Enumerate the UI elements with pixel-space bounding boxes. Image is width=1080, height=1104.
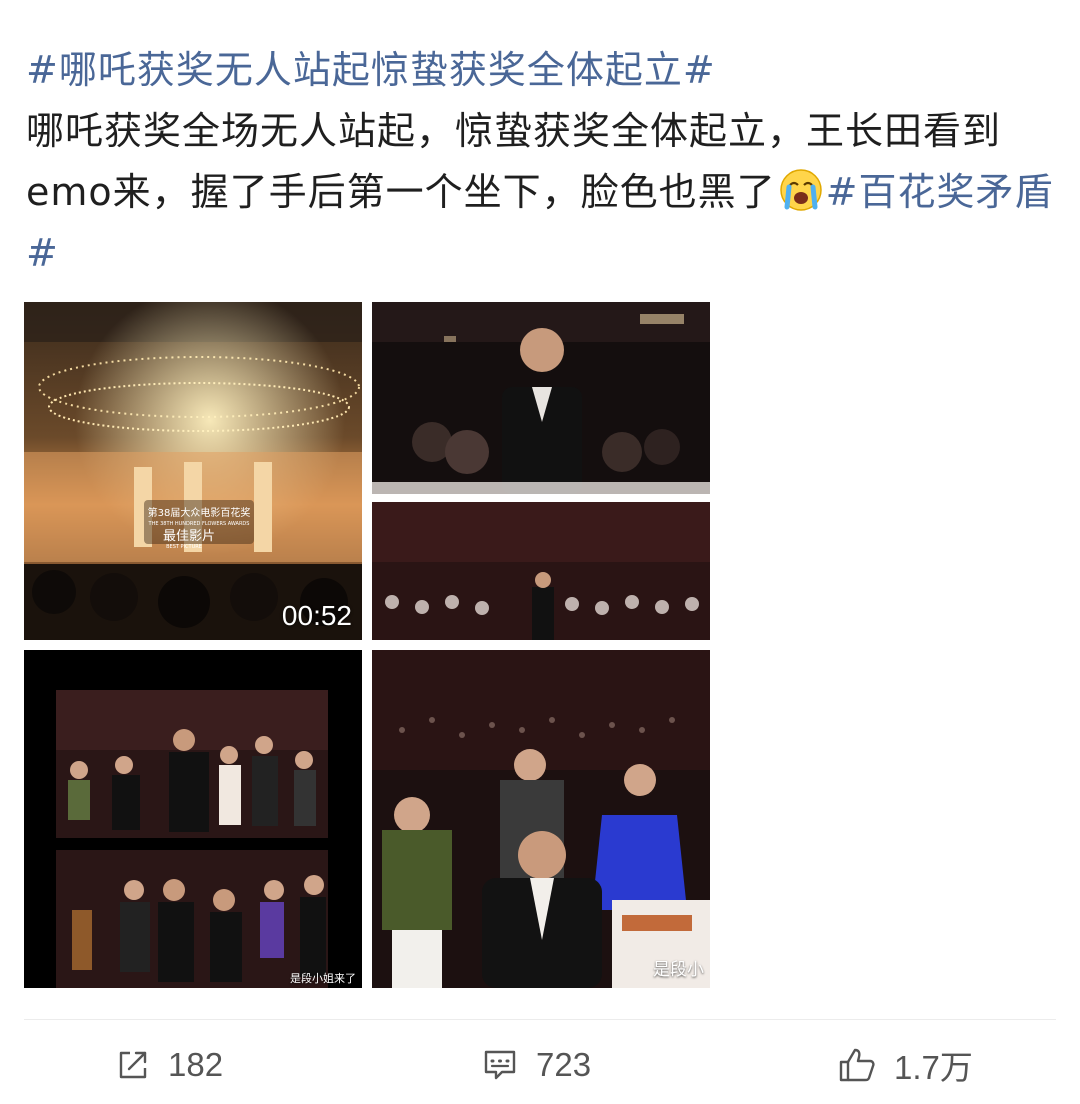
post-text: #哪吒获奖无人站起惊蛰获奖全体起立# 哪吒获奖全场无人站起，惊蛰获奖全体起立，王…	[26, 40, 1056, 284]
comment-count: 723	[536, 1046, 592, 1083]
stage-image: 第38届大众电影百花奖 THE 38TH HUNDRED FLOWERS AWA…	[24, 302, 362, 640]
video-duration: 00:52	[281, 600, 352, 631]
photo-thumbnail-handshake[interactable]: 是段小姐来了	[24, 650, 362, 988]
comment-button[interactable]: 723	[482, 1030, 591, 1100]
watermark-large: 是段小	[653, 960, 704, 980]
photo-thumbnail-seated[interactable]: 是段小	[372, 650, 710, 988]
seated-image	[372, 650, 710, 988]
repost-count: 182	[168, 1046, 224, 1083]
video-thumbnail[interactable]: 第38届大众电影百花奖 THE 38TH HUNDRED FLOWERS AWA…	[24, 302, 362, 640]
like-button[interactable]: 1.7万	[838, 1030, 973, 1100]
handshake-image	[24, 650, 362, 988]
image-grid: 第38届大众电影百花奖 THE 38TH HUNDRED FLOWERS AWA…	[24, 302, 710, 988]
comment-icon	[484, 1050, 516, 1080]
like-count: 1.7万	[894, 1049, 973, 1086]
banner-line-3: 最佳影片	[163, 529, 215, 544]
banner-line-1: 第38届大众电影百花奖	[148, 506, 251, 519]
action-bar: 182 723 1.7万	[0, 1030, 1080, 1100]
crying-face-icon	[778, 167, 824, 213]
repost-button[interactable]: 182	[116, 1030, 223, 1100]
repost-icon	[119, 1051, 147, 1079]
topic-title-link[interactable]: #哪吒获奖无人站起惊蛰获奖全体起立#	[26, 48, 716, 92]
banner-line-2: THE 38TH HUNDRED FLOWERS AWARDS	[148, 521, 250, 527]
divider	[24, 1019, 1056, 1020]
audience-image	[372, 302, 710, 640]
watermark-small: 是段小姐来了	[290, 972, 356, 985]
thumbs-up-icon	[839, 1048, 875, 1082]
photo-thumbnail-standing[interactable]	[372, 302, 710, 640]
banner-line-4: BEST PICTURE	[166, 544, 202, 550]
